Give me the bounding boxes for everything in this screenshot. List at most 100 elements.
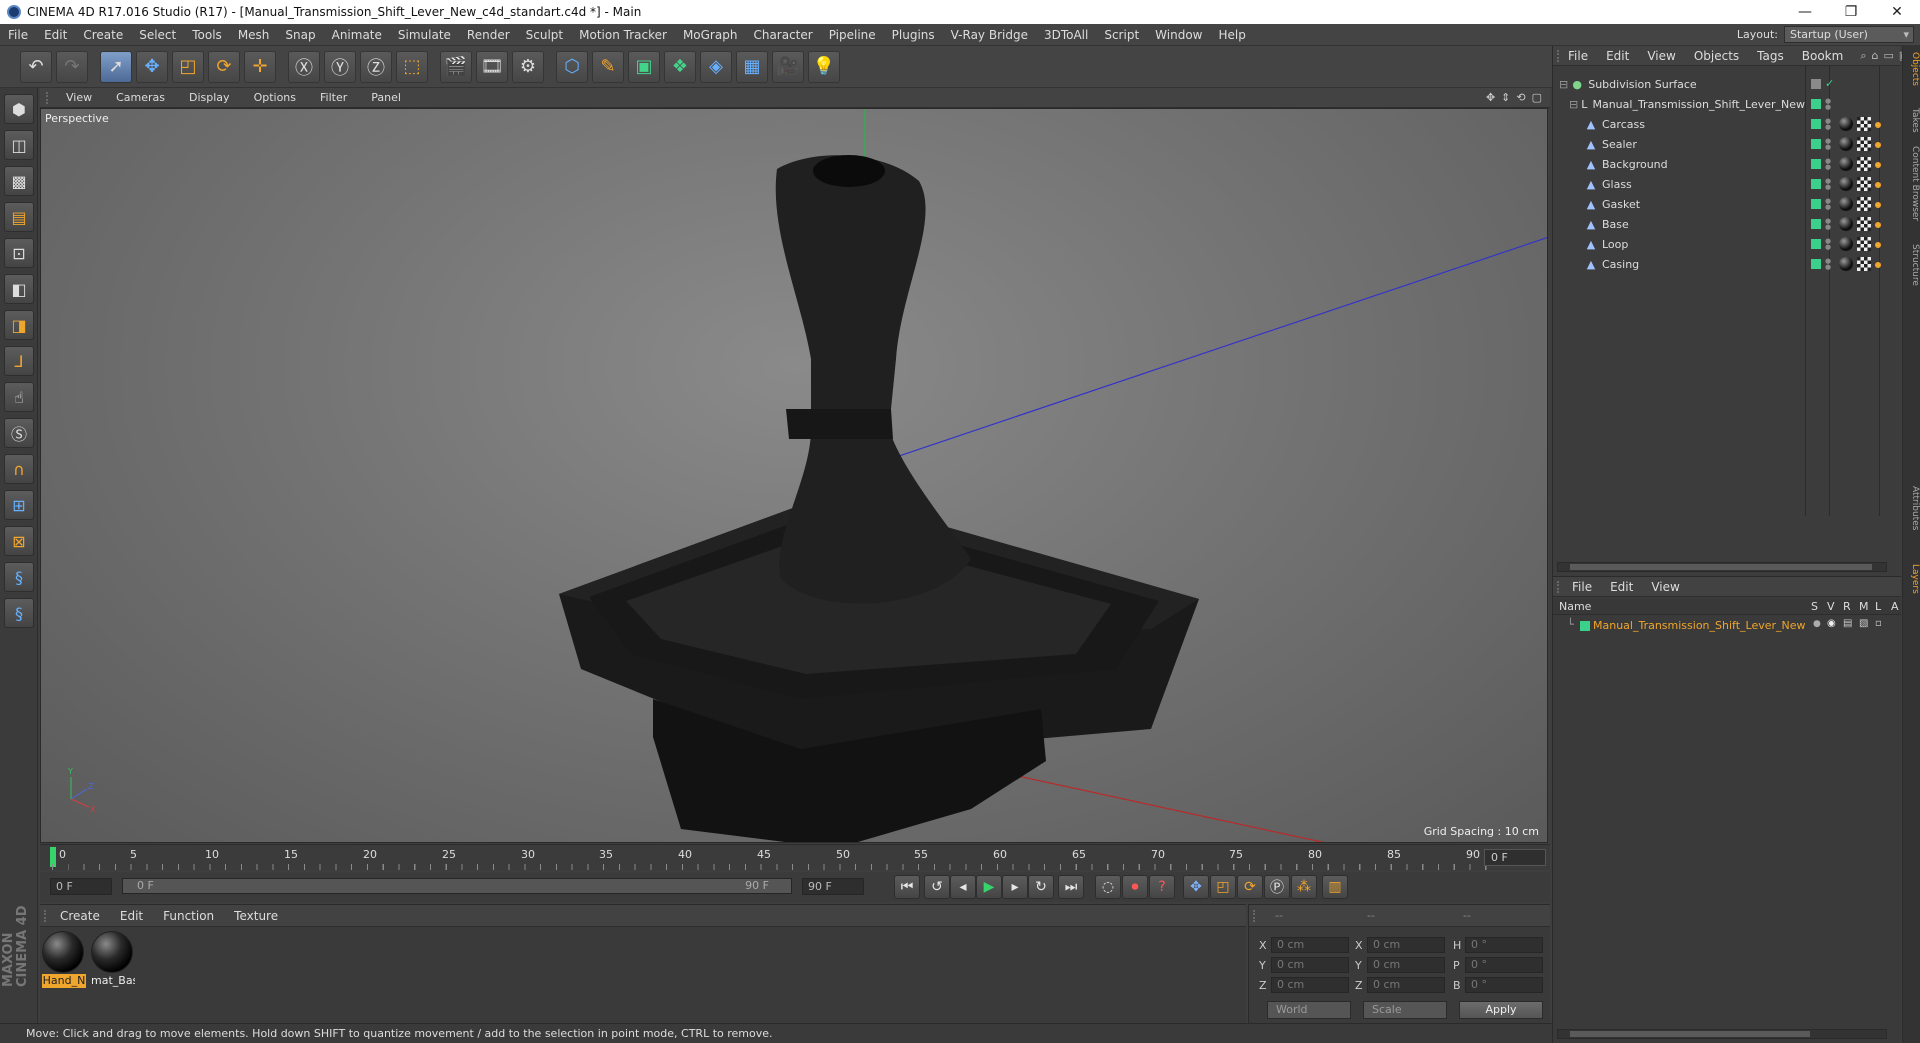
go-to-start-icon[interactable]: ⏮	[894, 875, 920, 899]
material-tag-icon[interactable]	[1839, 217, 1853, 231]
objects-menu-bookmarks[interactable]: Bookm	[1793, 49, 1853, 63]
python-console-icon[interactable]: §	[4, 598, 34, 628]
floor-environment-icon[interactable]: ▦	[736, 50, 768, 83]
current-frame-field[interactable]: 0 F	[50, 878, 112, 895]
tab-objects[interactable]: Objects	[1904, 52, 1920, 86]
rotation-h-field[interactable]: 0 °	[1465, 937, 1543, 953]
size-x-field[interactable]: 0 cm	[1367, 937, 1445, 953]
viewport-menu-panel[interactable]: Panel	[359, 91, 413, 104]
preview-range-slider[interactable]: 0 F 90 F	[122, 878, 792, 894]
render-view-icon[interactable]: 🎬	[440, 50, 472, 83]
layer-color-box[interactable]	[1811, 119, 1821, 129]
workplane-mode-icon[interactable]: ▤	[4, 202, 34, 232]
rotate-tool-icon[interactable]: ⟳	[208, 50, 240, 83]
object-row-shift-lever[interactable]: ⊟ L Manual_Transmission_Shift_Lever_New	[1553, 94, 1805, 114]
object-row-subdivision-surface[interactable]: ⊟ ● Subdivision Surface	[1553, 74, 1805, 94]
record-rotation-icon[interactable]: ⟳	[1237, 875, 1263, 899]
menu-select[interactable]: Select	[131, 28, 184, 42]
layer-color-box[interactable]	[1811, 239, 1821, 249]
tab-content-browser[interactable]: Content Browser	[1904, 146, 1920, 221]
visibility-dots-icon[interactable]: ● ●	[1825, 218, 1831, 231]
viewport-menu-display[interactable]: Display	[177, 91, 242, 104]
tab-attributes[interactable]: Attributes	[1904, 486, 1920, 530]
cloner-icon[interactable]: ❖	[664, 50, 696, 83]
layers-menu-edit[interactable]: Edit	[1601, 580, 1642, 594]
cube-primitive-icon[interactable]: ⬡	[556, 50, 588, 83]
position-z-field[interactable]: 0 cm	[1271, 977, 1349, 993]
phong-tag-icon[interactable]	[1875, 262, 1881, 268]
object-row-carcass[interactable]: ▲ Carcass	[1553, 114, 1805, 134]
visibility-dots-icon[interactable]: ● ●	[1825, 178, 1831, 191]
uvw-tag-icon[interactable]	[1857, 217, 1871, 231]
axis-mode-icon[interactable]: ⅃	[4, 346, 34, 376]
y-axis-lock-icon[interactable]: Ⓨ	[324, 50, 356, 83]
workplane-lock-icon[interactable]: ⊞	[4, 490, 34, 520]
objects-menu-tags[interactable]: Tags	[1748, 49, 1793, 63]
previous-frame-icon[interactable]: ◂	[950, 875, 976, 899]
viewport-menu-options[interactable]: Options	[242, 91, 308, 104]
make-editable-icon[interactable]: ⬢	[4, 94, 34, 124]
objects-menu-edit[interactable]: Edit	[1597, 49, 1638, 63]
menu-window[interactable]: Window	[1147, 28, 1210, 42]
3d-viewport[interactable]: Y X Z Perspective Grid Spacing : 10 cm	[40, 108, 1548, 843]
render-settings-icon[interactable]: ⚙	[512, 50, 544, 83]
texture-mode-icon[interactable]: ▩	[4, 166, 34, 196]
menu-snap[interactable]: Snap	[277, 28, 323, 42]
layer-color-box[interactable]	[1811, 219, 1821, 229]
light-icon[interactable]: 💡	[808, 50, 840, 83]
menu-render[interactable]: Render	[459, 28, 518, 42]
restore-button[interactable]: ❐	[1828, 0, 1874, 24]
phong-tag-icon[interactable]	[1875, 162, 1881, 168]
snap-magnet-icon[interactable]: ∩	[4, 454, 34, 484]
max-frame-field[interactable]: 90 F	[802, 878, 864, 895]
layer-color-box[interactable]	[1580, 621, 1590, 631]
points-mode-icon[interactable]: ⊡	[4, 238, 34, 268]
tweak-mode-icon[interactable]: ☝	[4, 382, 34, 412]
minimize-button[interactable]: —	[1782, 0, 1828, 24]
material-tag-icon[interactable]	[1839, 117, 1853, 131]
visibility-dots-icon[interactable]: ● ●	[1825, 118, 1831, 131]
phong-tag-icon[interactable]	[1875, 242, 1881, 248]
record-pla-icon[interactable]: ⁂	[1291, 875, 1317, 899]
object-row-glass[interactable]: ▲ Glass	[1553, 174, 1805, 194]
visible-toggle-icon[interactable]: ◉	[1827, 618, 1836, 629]
close-button[interactable]: ✕	[1874, 0, 1920, 24]
objects-menu-view[interactable]: View	[1638, 49, 1684, 63]
record-parameter-icon[interactable]: Ⓟ	[1264, 875, 1290, 899]
viewport-menu-view[interactable]: View	[54, 91, 104, 104]
layer-manager-scrollbar[interactable]	[1557, 1029, 1887, 1039]
edges-mode-icon[interactable]: ◧	[4, 274, 34, 304]
object-row-sealer[interactable]: ▲ Sealer	[1553, 134, 1805, 154]
rotation-b-field[interactable]: 0 °	[1465, 977, 1543, 993]
object-row-casing[interactable]: ▲ Casing	[1553, 254, 1805, 274]
next-key-icon[interactable]: ↻	[1028, 875, 1054, 899]
sculpt-grid-icon[interactable]: ⊠	[4, 526, 34, 556]
menu-vray-bridge[interactable]: V-Ray Bridge	[943, 28, 1036, 42]
manager-toggle-icon[interactable]: ▧	[1859, 618, 1868, 629]
apply-button[interactable]: Apply	[1459, 1001, 1543, 1019]
visibility-dots-icon[interactable]: ● ●	[1825, 198, 1831, 211]
uvw-tag-icon[interactable]	[1857, 117, 1871, 131]
viewport-rotate-icon[interactable]: ⟲	[1516, 91, 1525, 104]
live-selection-icon[interactable]: ➚	[100, 50, 132, 83]
objects-menu-file[interactable]: File	[1559, 49, 1597, 63]
object-row-background[interactable]: ▲ Background	[1553, 154, 1805, 174]
new-window-icon[interactable]: ▭	[1883, 49, 1893, 62]
record-active-objects-icon[interactable]: ◌	[1095, 875, 1121, 899]
visibility-dots-icon[interactable]: ● ●	[1825, 158, 1831, 171]
previous-key-icon[interactable]: ↺	[924, 875, 950, 899]
layer-color-box[interactable]	[1811, 139, 1821, 149]
solo-toggle-icon[interactable]: ●	[1813, 619, 1821, 629]
layer-row[interactable]: └ Manual_Transmission_Shift_Lever_New ● …	[1553, 617, 1901, 635]
layer-color-box[interactable]	[1811, 99, 1821, 109]
material-tag-icon[interactable]	[1839, 237, 1853, 251]
tab-layers[interactable]: Layers	[1904, 564, 1920, 594]
render-toggle-icon[interactable]: ▤	[1843, 618, 1852, 629]
material-swatch[interactable]: mat_Bas	[91, 931, 135, 989]
menu-animate[interactable]: Animate	[324, 28, 390, 42]
coordinate-mode-dropdown[interactable]: World	[1267, 1001, 1351, 1019]
menu-sculpt[interactable]: Sculpt	[518, 28, 571, 42]
layer-color-box[interactable]	[1811, 199, 1821, 209]
object-row-base[interactable]: ▲ Base	[1553, 214, 1805, 234]
collapse-icon[interactable]: ⊟	[1569, 98, 1578, 111]
